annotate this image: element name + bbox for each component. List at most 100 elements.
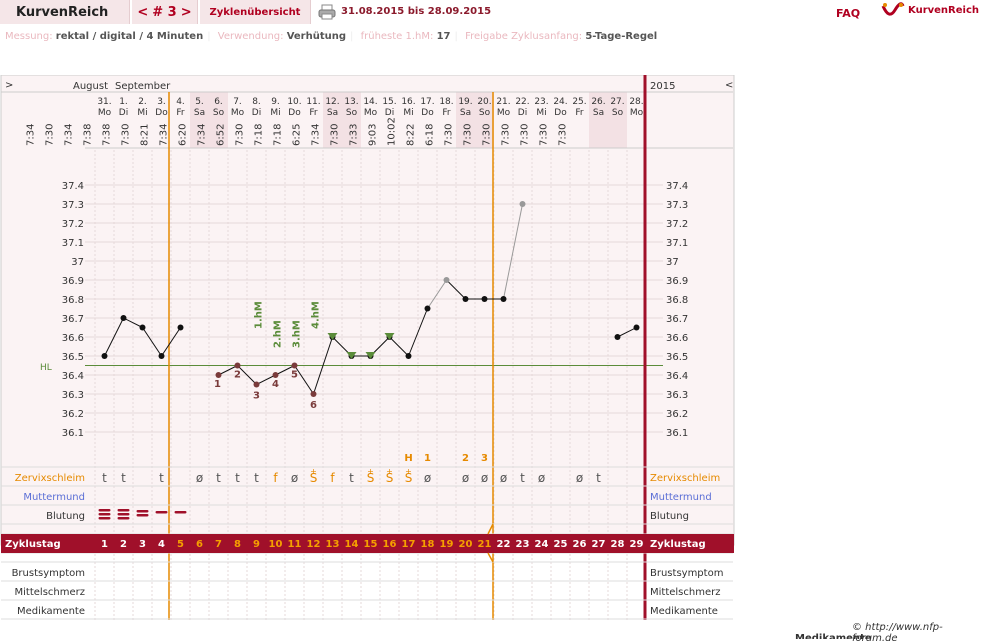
- y-tick-left: 37.1: [62, 238, 84, 249]
- measure-time: 7:34: [311, 124, 322, 146]
- mucus-symbol: ø: [291, 471, 298, 485]
- weekday-label: Fr: [309, 108, 318, 118]
- temperature-point: [424, 305, 431, 312]
- y-tick-right: 36.6: [666, 333, 688, 344]
- scroll-right-arrow: <: [725, 80, 733, 91]
- y-tick-right: 36.9: [666, 276, 688, 287]
- cycle-day-number: 23: [516, 539, 530, 550]
- measure-time: 7:34: [26, 124, 37, 146]
- cycle-navigation: < # 3 >: [132, 0, 198, 24]
- bleeding-mark: [98, 517, 111, 520]
- measure-time: 7:30: [520, 124, 531, 146]
- mucus-plus: +: [367, 467, 374, 476]
- measure-time: 7:33: [349, 124, 360, 146]
- coverline-label: HL: [40, 363, 52, 373]
- bleeding-mark: [98, 513, 111, 516]
- month-august: August: [73, 81, 108, 92]
- cycle-number: # 3: [152, 4, 177, 20]
- date-label: 31.: [97, 97, 111, 107]
- use-value: Verhütung: [286, 31, 347, 42]
- measure-time: 7:30: [121, 124, 132, 146]
- bleeding-mark: [117, 513, 130, 516]
- y-tick-left: 37.4: [62, 181, 84, 192]
- high-measure-label: 1.hM: [254, 301, 265, 329]
- cycle-day-number: 20: [459, 539, 473, 550]
- measure-time: 10:02: [387, 117, 398, 146]
- date-label: 16.: [401, 97, 415, 107]
- high-measure-label: 2.hM: [273, 320, 284, 348]
- cycle-day-number: 1: [101, 539, 108, 550]
- row-label-cervix: Muttermund: [23, 492, 85, 503]
- cycle-day-number: 11: [288, 539, 302, 550]
- weekday-label: Do: [554, 108, 567, 118]
- y-tick-right: 36.8: [666, 295, 688, 306]
- measure-value: rektal / digital / 4 Minuten: [55, 31, 204, 42]
- cycle-day-number: 2: [120, 539, 127, 550]
- temperature-point: [101, 353, 108, 359]
- date-label: 9.: [271, 97, 280, 107]
- weekday-label: Do: [155, 108, 168, 118]
- bleeding-mark: [174, 511, 187, 514]
- mucus-plus: +: [310, 467, 317, 476]
- date-label: 10.: [287, 97, 301, 107]
- temperature-point: [177, 324, 184, 331]
- row-label-mucus-right: Zervixschleim: [650, 473, 720, 484]
- measure-time: 9:03: [368, 124, 379, 146]
- next-cycle-button[interactable]: >: [179, 5, 194, 20]
- row-label-midpain: Mittelschmerz: [15, 587, 85, 598]
- y-tick-left: 36.4: [62, 371, 84, 382]
- measure-time: 7:18: [254, 124, 265, 146]
- weekday-label: Di: [119, 108, 128, 118]
- weekday-label: Di: [252, 108, 261, 118]
- y-tick-left: 36.3: [62, 390, 84, 401]
- earliest-value: 17: [436, 31, 451, 42]
- weekday-label: Mo: [364, 108, 378, 118]
- weekday-label: Di: [385, 108, 394, 118]
- faq-link[interactable]: FAQ: [836, 7, 860, 20]
- previous-cycle-button[interactable]: <: [135, 5, 150, 20]
- date-label: 19.: [458, 97, 472, 107]
- cycle-settings-line: Messung: rektal / digital / 4 Minuten | V…: [5, 31, 658, 42]
- bleeding-mark: [117, 517, 130, 520]
- use-label: Verwendung:: [217, 31, 284, 42]
- measure-time: 6:52: [216, 124, 227, 146]
- date-label: 18.: [439, 97, 453, 107]
- high-measure-label: 4.hM: [311, 301, 322, 329]
- weekday-label: So: [612, 108, 624, 118]
- release-label: Freigabe Zyklusanfang:: [465, 31, 583, 42]
- weekday-label: Mo: [98, 108, 112, 118]
- low-label: 3: [253, 391, 260, 402]
- mucus-symbol: ø: [500, 471, 507, 485]
- cycle-overview-link[interactable]: Zyklenübersicht: [200, 0, 311, 24]
- high-measure-label: 3.hM: [292, 320, 303, 348]
- weekday-label: Mo: [630, 108, 644, 118]
- cycle-day-number: 6: [196, 539, 203, 550]
- measure-time: 6:20: [178, 124, 189, 146]
- cycle-day-number: 4: [158, 539, 165, 550]
- date-label: 5.: [195, 97, 204, 107]
- temperature-point: [500, 296, 507, 302]
- scroll-left-arrow: >: [5, 80, 13, 91]
- y-tick-right: 37.2: [666, 219, 688, 230]
- weekday-label: Do: [288, 108, 301, 118]
- temperature-point: [519, 201, 526, 207]
- weekday-label: Sa: [593, 108, 604, 118]
- date-label: 25.: [572, 97, 586, 107]
- low-label: 6: [310, 400, 317, 411]
- temperature-point: [253, 381, 260, 388]
- date-label: 14.: [363, 97, 377, 107]
- y-tick-left: 36.2: [62, 409, 84, 420]
- date-label: 27.: [610, 97, 624, 107]
- measure-time: 7:30: [539, 124, 550, 146]
- y-tick-right: 36.2: [666, 409, 688, 420]
- brand-title[interactable]: KurvenReich: [0, 0, 130, 24]
- cycle-chart: > <August September 201537.4 37.437.3 37.337.…: [0, 75, 735, 620]
- cycle-day-number: 10: [269, 539, 283, 550]
- mucus-symbol: ø: [424, 471, 431, 485]
- row-label-cervix-right: Muttermund: [650, 492, 712, 503]
- cycle-day-number: 15: [364, 539, 378, 550]
- bleeding-mark: [117, 509, 130, 512]
- date-label: 2.: [138, 97, 147, 107]
- footer-cut-label: Medikamente: [795, 633, 872, 639]
- printer-icon[interactable]: [318, 4, 336, 20]
